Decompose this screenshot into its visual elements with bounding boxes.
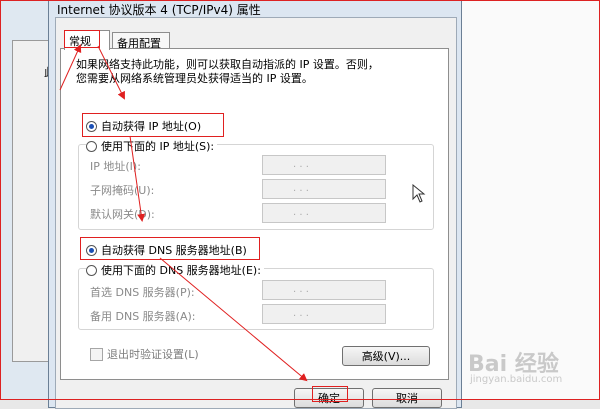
arrow-to-general-tab	[59, 44, 82, 91]
annotation-arrows	[59, 44, 308, 382]
mouse-cursor-icon	[412, 184, 426, 203]
arrow-to-ip-auto	[97, 45, 125, 100]
arrow-to-dns-auto	[129, 135, 146, 222]
arrow-to-ok-button	[159, 257, 308, 382]
